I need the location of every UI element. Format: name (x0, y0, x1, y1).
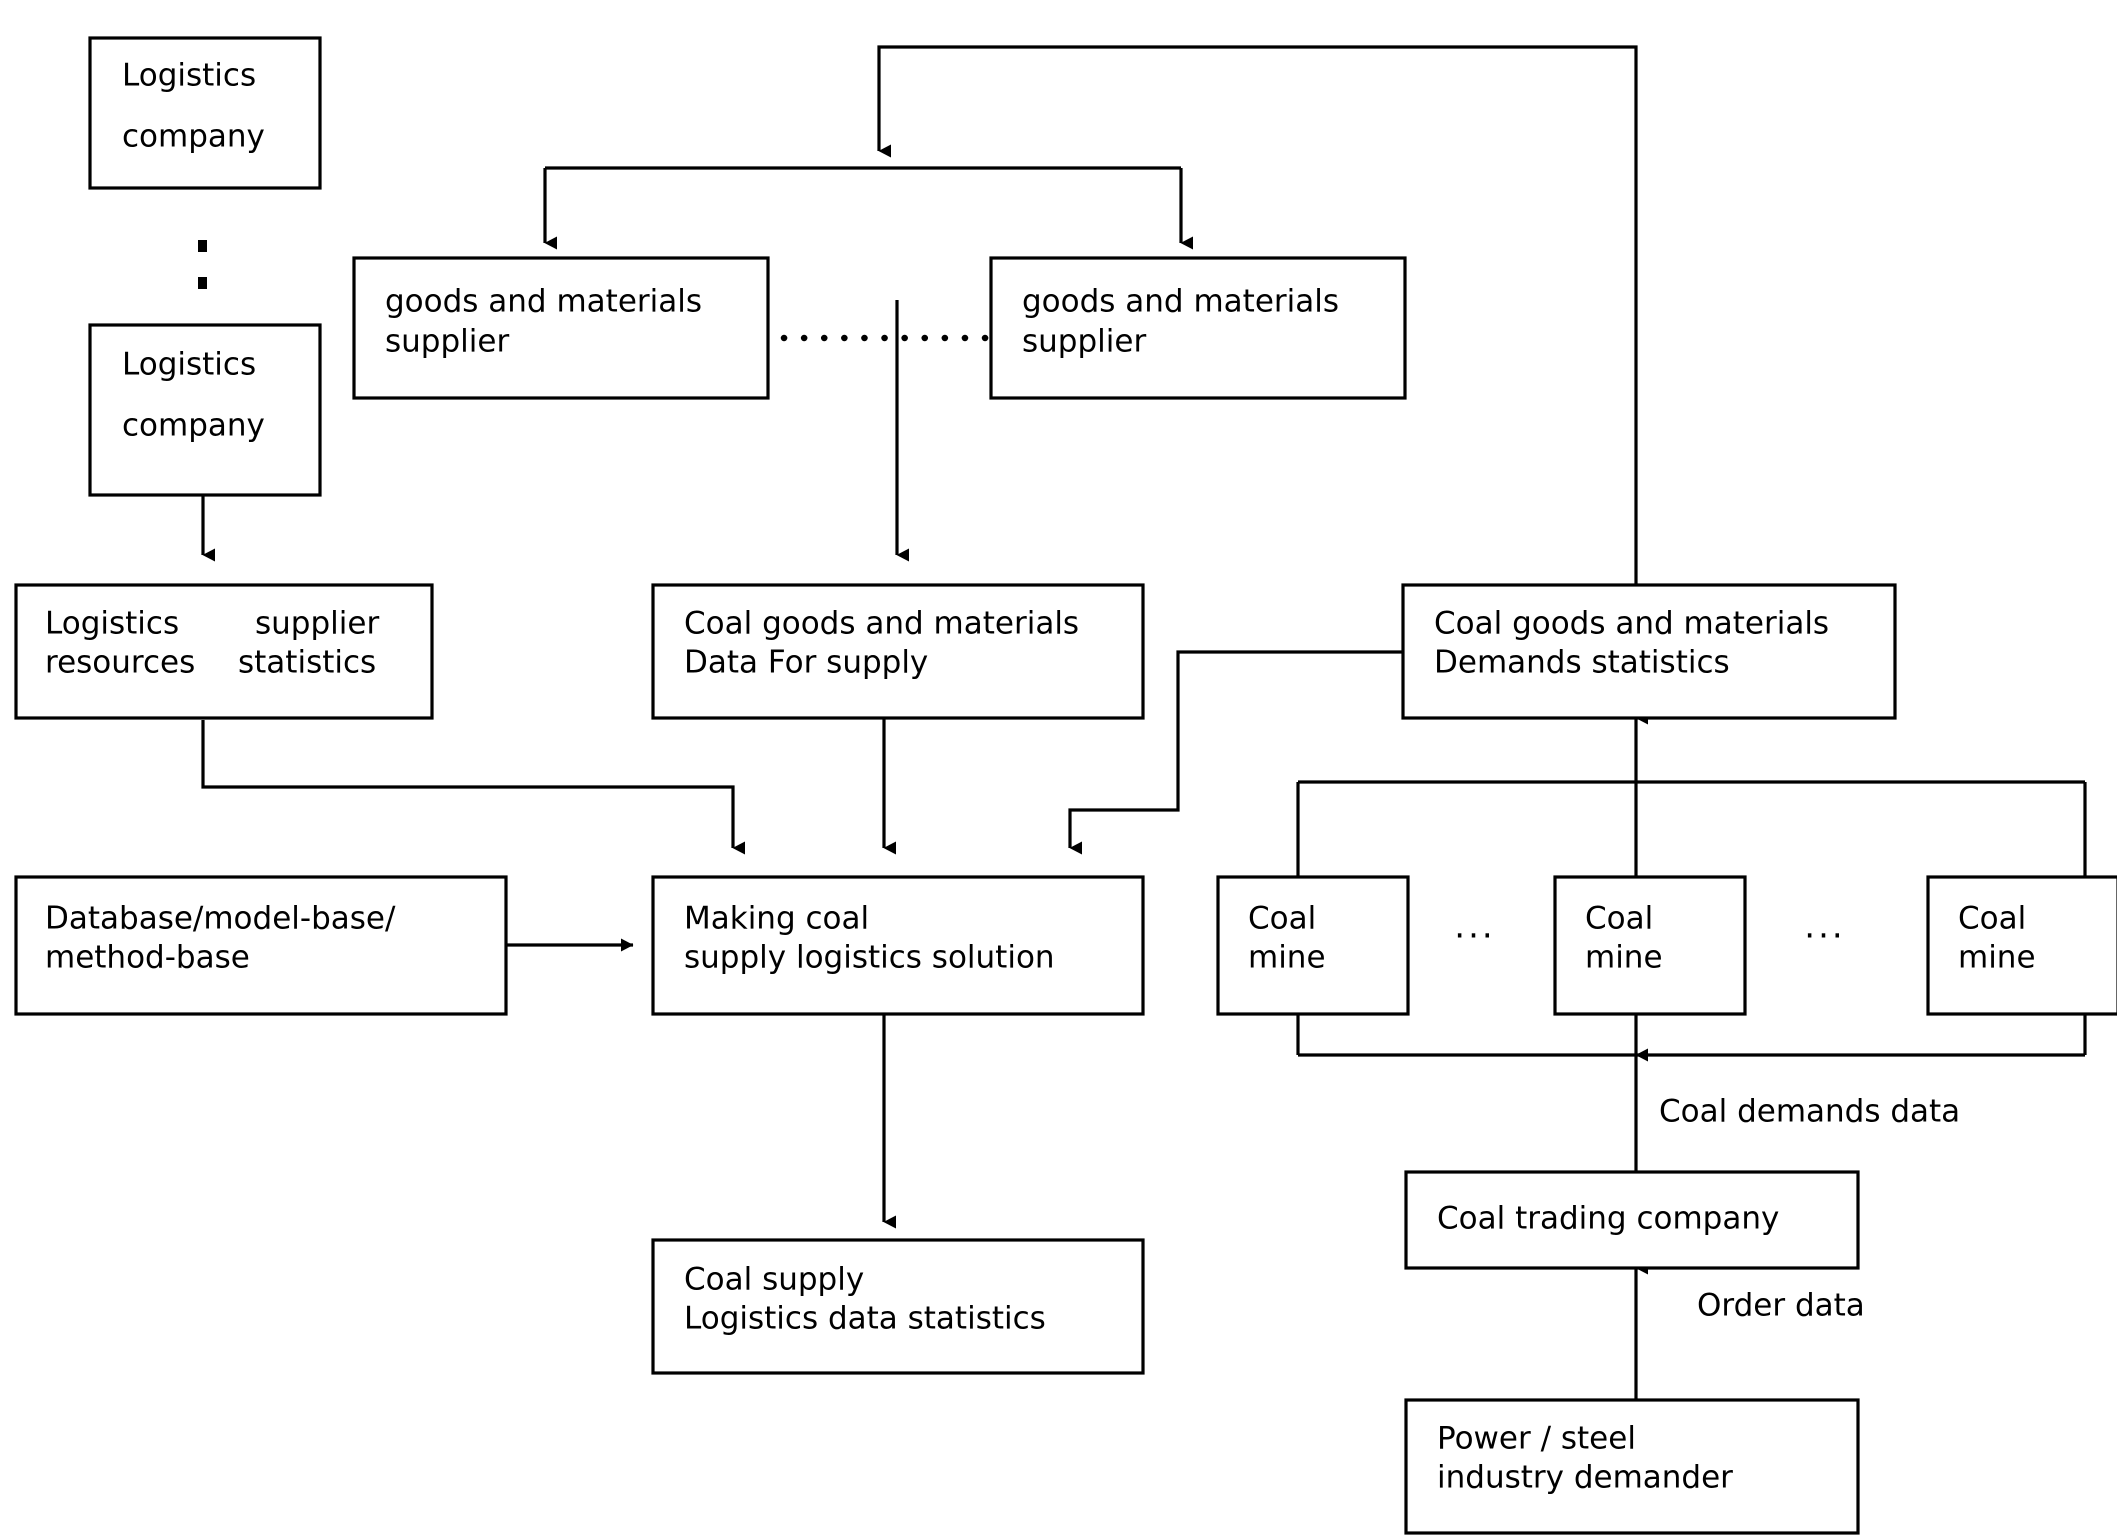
coal-supply-stats-line1: Coal supply (684, 1262, 864, 1298)
logistics-company-bottom-line1: Logistics (122, 347, 256, 383)
coal-mine-3-line2: mine (1958, 940, 2036, 976)
label-order-data: Order data (1697, 1288, 1865, 1324)
vertical-ellipsis-dot-1 (198, 240, 207, 252)
coal-data-for-supply-line2: Data For supply (684, 645, 928, 681)
node-logistics-company-bottom[interactable]: Logistics company (88, 323, 322, 497)
supplier-left-line2: supplier (385, 324, 509, 360)
node-database-model-method-base[interactable]: Database/model-base/ method-base (14, 875, 508, 1016)
node-coal-mine-2[interactable]: Coal mine (1553, 875, 1747, 1016)
node-coal-mine-3[interactable]: Coal mine (1926, 875, 2117, 1016)
logistics-company-top-line1: Logistics (122, 58, 256, 94)
node-coal-supply-logistics-data-statistics[interactable]: Coal supply Logistics data statistics (651, 1238, 1145, 1375)
node-coal-data-for-supply[interactable]: Coal goods and materials Data For supply (651, 583, 1145, 720)
logistics-company-bottom-line2: company (122, 408, 265, 444)
coal-trading-company-line1: Coal trading company (1437, 1201, 1779, 1237)
supplier-left-line1: goods and materials (385, 284, 702, 320)
node-logistics-supplier-statistics[interactable]: Logistics supplier resources statistics (14, 583, 434, 720)
node-goods-materials-supplier-right[interactable]: goods and materials supplier (989, 256, 1407, 400)
power-steel-demander-line1: Power / steel (1437, 1421, 1636, 1457)
flow-diagram-canvas: Logistics company Logistics company good… (0, 0, 2117, 1539)
coal-mine-1-line1: Coal (1248, 901, 1316, 937)
coal-mine-3-line1: Coal (1958, 901, 2026, 937)
edge-logistics-stats-to-making (201, 720, 745, 855)
logistics-supplier-stats-line1b: supplier (255, 606, 379, 642)
logistics-supplier-stats-line1a: Logistics (45, 606, 179, 642)
ellipsis-between-mine-2-and-3: ... (1804, 907, 1845, 947)
node-coal-trading-company[interactable]: Coal trading company (1404, 1170, 1860, 1270)
logistics-supplier-stats-line2b: statistics (238, 645, 376, 681)
edge-supplier-distribution-bus (543, 166, 1193, 250)
node-making-coal-supply-logistics-solution[interactable]: Making coal supply logistics solution (651, 875, 1145, 1016)
ellipsis-between-mine-1-and-2: ... (1454, 907, 1495, 947)
database-line2: method-base (45, 940, 250, 976)
coal-demands-statistics-line2: Demands statistics (1434, 645, 1730, 681)
node-goods-materials-supplier-left[interactable]: goods and materials supplier (352, 256, 770, 400)
vertical-ellipsis-dot-2 (198, 277, 207, 289)
node-logistics-company-top[interactable]: Logistics company (88, 36, 322, 190)
vertical-ellipsis-logistics (198, 240, 207, 289)
label-coal-demands-data: Coal demands data (1659, 1094, 1960, 1130)
making-solution-line1: Making coal (684, 901, 869, 937)
coal-mine-1-line2: mine (1248, 940, 1326, 976)
coal-data-for-supply-line1: Coal goods and materials (684, 606, 1079, 642)
coal-mine-2-line2: mine (1585, 940, 1663, 976)
logistics-company-top-line2: company (122, 119, 265, 155)
logistics-supplier-stats-line2a: resources (45, 645, 195, 681)
power-steel-demander-line2: industry demander (1437, 1460, 1733, 1496)
edge-mines-to-demands-statistics (1296, 711, 2087, 880)
making-solution-line2: supply logistics solution (684, 940, 1055, 976)
database-line1: Database/model-base/ (45, 901, 396, 937)
coal-supply-stats-line2: Logistics data statistics (684, 1301, 1046, 1337)
supplier-right-line1: goods and materials (1022, 284, 1339, 320)
node-power-steel-industry-demander[interactable]: Power / steel industry demander (1404, 1398, 1860, 1535)
coal-demands-statistics-line1: Coal goods and materials (1434, 606, 1829, 642)
supplier-right-line2: supplier (1022, 324, 1146, 360)
coal-mine-2-line1: Coal (1585, 901, 1653, 937)
flowchart-svg: Logistics company Logistics company good… (14, 36, 2117, 1535)
node-coal-mine-1[interactable]: Coal mine (1216, 875, 1410, 1016)
node-coal-demands-statistics[interactable]: Coal goods and materials Demands statist… (1401, 583, 1897, 720)
